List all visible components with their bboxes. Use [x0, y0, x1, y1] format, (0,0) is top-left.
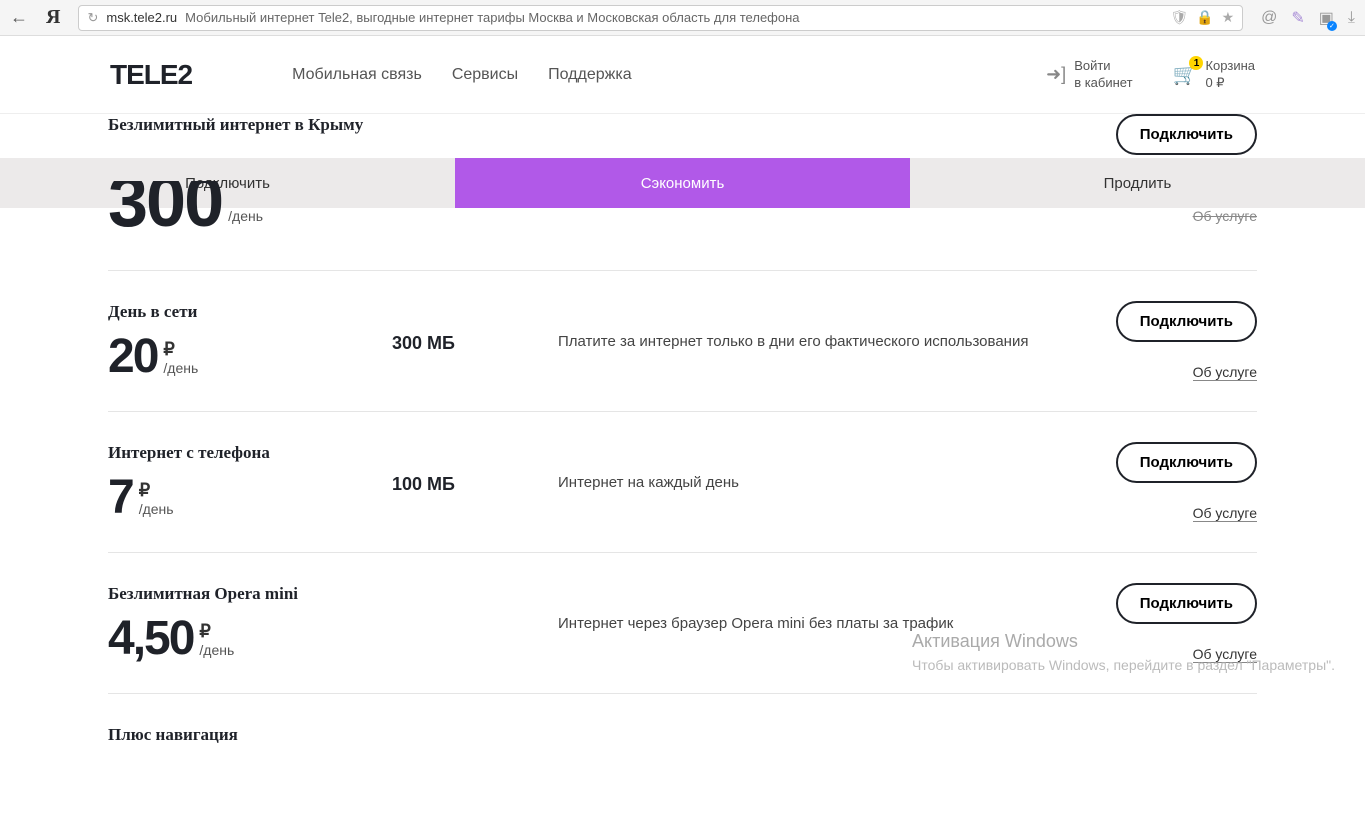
star-icon[interactable]: ★	[1222, 9, 1235, 26]
tariff-row: День в сети 20 ₽ /день 300 МБ Платите за…	[108, 271, 1257, 412]
login-line2: в кабинет	[1074, 75, 1132, 92]
about-link[interactable]: Об услуге	[1193, 208, 1257, 224]
tariff-description: Интернет через браузер Opera mini без пл…	[558, 583, 1117, 663]
tariff-volume: 100 МБ	[392, 442, 558, 522]
connect-button[interactable]: Подключить	[1116, 583, 1257, 624]
lock-icon[interactable]: 🔒	[1196, 9, 1213, 26]
download-icon[interactable]: ⤓	[1348, 9, 1355, 27]
extension-icon[interactable]: ▣✓	[1319, 8, 1334, 28]
ruble-icon: ₽	[139, 480, 174, 502]
login-button[interactable]: ➜] Войти в кабинет	[1046, 58, 1132, 92]
tariff-period: /день	[228, 208, 263, 225]
cart-icon: 🛒 1	[1173, 62, 1198, 87]
tariff-price: 7	[108, 474, 133, 522]
cart-button[interactable]: 🛒 1 Корзина 0 ₽	[1173, 58, 1255, 92]
tariff-title[interactable]: Плюс навигация	[108, 724, 392, 746]
main-nav: Мобильная связь Сервисы Поддержка	[292, 66, 631, 84]
about-link[interactable]: Об услуге	[1193, 364, 1257, 381]
tariff-description: Интернет на каждый день	[558, 442, 1117, 522]
tariff-row: Безлимитная Opera mini 4,50 ₽ /день Инте…	[108, 553, 1257, 694]
tariff-row: 300 /день Об услуге	[108, 208, 1257, 271]
at-icon[interactable]: @	[1261, 9, 1277, 27]
connect-button[interactable]: Подключить	[1116, 301, 1257, 342]
tariff-description: Платите за интернет только в дни его фак…	[558, 301, 1117, 381]
connect-button[interactable]: Подключить	[1116, 442, 1257, 483]
tariff-price: 300	[108, 181, 222, 229]
tariff-period: /день	[139, 501, 174, 518]
url-field[interactable]: ↻ msk.tele2.ru Мобильный интернет Tele2,…	[78, 5, 1243, 31]
yandex-icon[interactable]: Я	[46, 6, 60, 29]
tariff-title[interactable]: Безлимитная Opera mini	[108, 583, 392, 605]
ruble-icon: ₽	[163, 339, 198, 361]
nav-mobile[interactable]: Мобильная связь	[292, 66, 422, 84]
tariff-title[interactable]: Интернет с телефона	[108, 442, 392, 464]
login-icon: ➜]	[1046, 64, 1066, 85]
tariff-price: 4,50	[108, 615, 193, 663]
tab-connect[interactable]: Подключить	[0, 158, 455, 208]
reload-icon[interactable]: ↻	[87, 10, 98, 26]
tab-extend[interactable]: Продлить	[910, 158, 1365, 208]
url-page-title: Мобильный интернет Tele2, выгодные интер…	[185, 10, 799, 25]
browser-address-bar: ← Я ↻ msk.tele2.ru Мобильный интернет Te…	[0, 0, 1365, 36]
login-line1: Войти	[1074, 58, 1132, 75]
nav-support[interactable]: Поддержка	[548, 66, 631, 84]
tariff-period: /день	[163, 360, 198, 377]
tariff-volume: 300 МБ	[392, 301, 558, 381]
tariff-volume	[392, 583, 558, 663]
nav-services[interactable]: Сервисы	[452, 66, 518, 84]
feather-icon[interactable]: ✎	[1291, 8, 1304, 28]
tariff-title[interactable]: Безлимитный интернет в Крыму	[108, 114, 392, 136]
about-link[interactable]: Об услуге	[1193, 646, 1257, 663]
cart-label: Корзина	[1205, 58, 1255, 75]
logo[interactable]: TELE2	[110, 59, 192, 91]
cart-price: 0 ₽	[1205, 75, 1255, 92]
url-domain: msk.tele2.ru	[106, 10, 177, 25]
tariff-period: /день	[199, 642, 234, 659]
tariff-row: Плюс навигация	[108, 694, 1257, 824]
tariff-price: 20	[108, 333, 157, 381]
back-icon[interactable]: ←	[10, 7, 28, 28]
shield-icon[interactable]: 🛡	[1170, 9, 1188, 26]
site-header: TELE2 Мобильная связь Сервисы Поддержка …	[0, 36, 1365, 114]
tariff-row: Безлимитный интернет в Крыму Подключить	[108, 114, 1257, 158]
about-link[interactable]: Об услуге	[1193, 505, 1257, 522]
ruble-icon: ₽	[199, 621, 234, 643]
tariff-row: Интернет с телефона 7 ₽ /день 100 МБ Инт…	[108, 412, 1257, 553]
tariff-title[interactable]: День в сети	[108, 301, 392, 323]
connect-button[interactable]: Подключить	[1116, 114, 1257, 155]
tab-save[interactable]: Сэкономить	[455, 158, 910, 208]
browser-toolbar-right: @ ✎ ▣✓ ⤓	[1261, 8, 1355, 28]
cart-badge: 1	[1189, 56, 1203, 70]
